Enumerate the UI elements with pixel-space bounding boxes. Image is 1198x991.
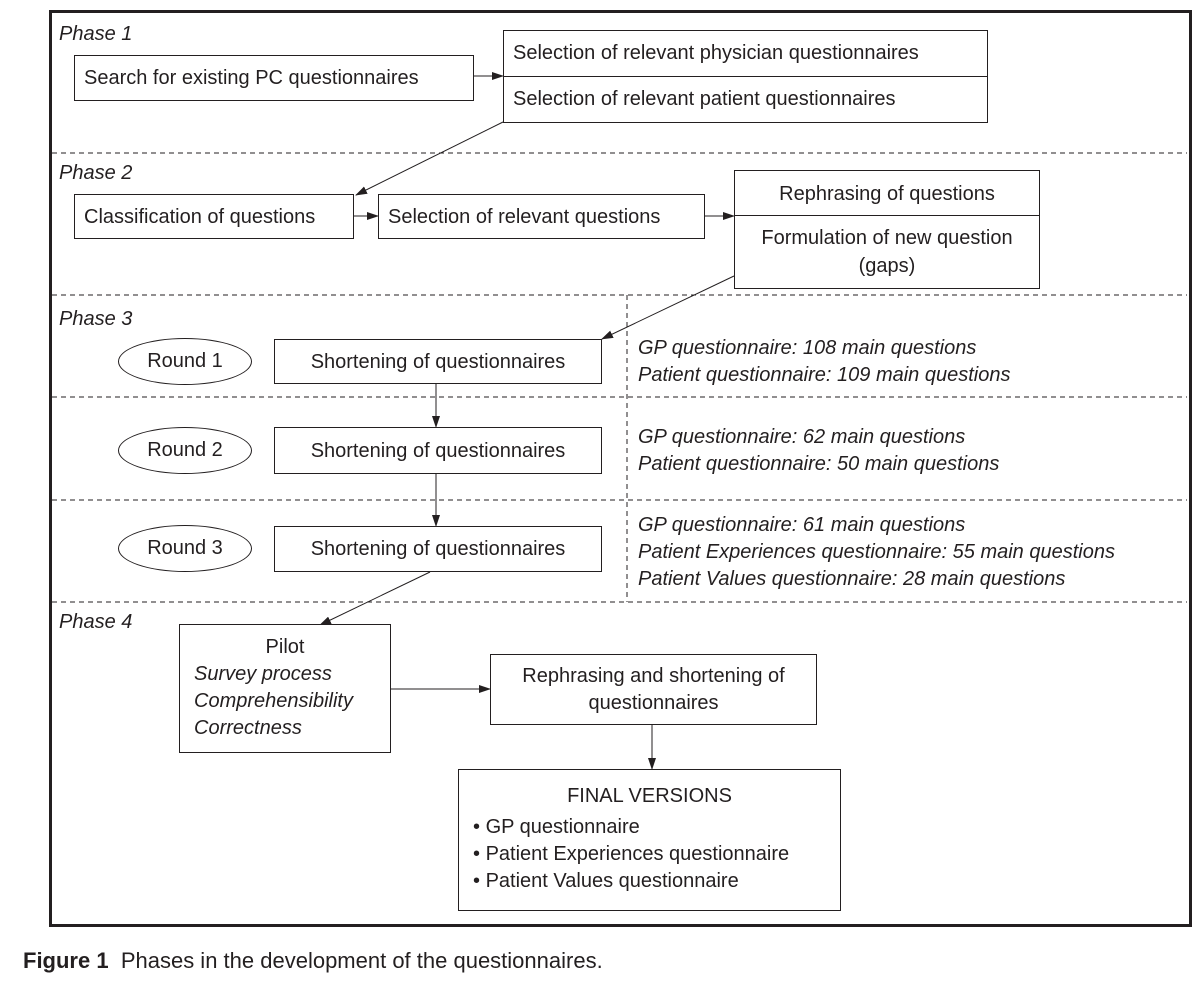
round-3-note-patient-values: Patient Values questionnaire: 28 main qu… bbox=[638, 568, 1066, 590]
round-1-shortening-text: Shortening of questionnaires bbox=[310, 351, 566, 373]
classification-text: Classification of questions bbox=[84, 206, 316, 228]
figure-caption-label: Figure 1 bbox=[23, 948, 109, 973]
round-2-note-gp: GP questionnaire: 62 main questions bbox=[638, 426, 966, 448]
phase-4-label: Phase 4 bbox=[59, 611, 133, 633]
round-1-note-gp: GP questionnaire: 108 main questions bbox=[638, 337, 977, 359]
phase-1-label: Phase 1 bbox=[59, 23, 133, 45]
pilot-item-comprehensibility: Comprehensibility bbox=[194, 690, 353, 712]
round-1-ellipse: Round 1 bbox=[118, 338, 252, 385]
round-1-note: GP questionnaire: 108 main questions Pat… bbox=[638, 335, 1010, 389]
formulation-text-line1: Formulation of new question bbox=[761, 227, 1013, 249]
final-versions-box: FINAL VERSIONS • GP questionnaire • Pati… bbox=[458, 769, 841, 911]
selection-questions-box: Selection of relevant questions bbox=[378, 194, 705, 239]
pilot-item-survey-process: Survey process bbox=[194, 663, 332, 685]
rephrasing-shortening-line1: Rephrasing and shortening of bbox=[522, 665, 785, 687]
round-2-shortening-text: Shortening of questionnaires bbox=[310, 440, 566, 462]
round-3-shortening-text: Shortening of questionnaires bbox=[310, 538, 566, 560]
figure-caption-text: Phases in the development of the questio… bbox=[120, 948, 603, 973]
round-1-note-patient: Patient questionnaire: 109 main question… bbox=[638, 364, 1011, 386]
final-item-patient-values-text: Patient Values questionnaire bbox=[485, 870, 739, 892]
arrow-formulation-to-round1 bbox=[601, 275, 735, 340]
search-questionnaires-box: Search for existing PC questionnaires bbox=[74, 55, 474, 101]
selection-questionnaires-box: Selection of relevant physician question… bbox=[503, 30, 988, 123]
arrow-round3-to-pilot bbox=[319, 571, 431, 626]
bullet-icon: • bbox=[473, 870, 481, 892]
phase-2-label: Phase 2 bbox=[59, 162, 133, 184]
round-2-shortening-box: Shortening of questionnaires bbox=[274, 427, 602, 474]
round-2-ellipse: Round 2 bbox=[118, 427, 252, 474]
arrow-selection-to-classification bbox=[355, 121, 504, 196]
round-3-note-gp: GP questionnaire: 61 main questions bbox=[638, 514, 966, 536]
bullet-icon: • bbox=[473, 843, 481, 865]
round-1-shortening-box: Shortening of questionnaires bbox=[274, 339, 602, 384]
final-item-gp: • GP questionnaire bbox=[459, 815, 840, 839]
final-versions-title: FINAL VERSIONS bbox=[567, 785, 732, 807]
phase-3-label: Phase 3 bbox=[59, 308, 133, 330]
selection-physician-text: Selection of relevant physician question… bbox=[513, 42, 919, 64]
pilot-title: Pilot bbox=[265, 636, 305, 658]
final-item-patient-values: • Patient Values questionnaire bbox=[459, 869, 840, 893]
rephrasing-text: Rephrasing of questions bbox=[779, 183, 995, 205]
selection-patient-text: Selection of relevant patient questionna… bbox=[513, 88, 896, 110]
rephrasing-formulation-box: Rephrasing of questions Formulation of n… bbox=[734, 170, 1040, 289]
selection-questions-text: Selection of relevant questions bbox=[388, 206, 661, 228]
bullet-icon: • bbox=[473, 816, 481, 838]
search-questionnaires-text: Search for existing PC questionnaires bbox=[84, 67, 419, 89]
round-3-ellipse: Round 3 bbox=[118, 525, 252, 572]
formulation-text-line2: (gaps) bbox=[858, 255, 916, 277]
round-3-note-patient-experiences: Patient Experiences questionnaire: 55 ma… bbox=[638, 541, 1115, 563]
box-divider bbox=[504, 76, 987, 77]
final-item-patient-experiences-text: Patient Experiences questionnaire bbox=[485, 843, 790, 865]
figure-caption: Figure 1 Phases in the development of th… bbox=[23, 948, 603, 974]
rephrasing-shortening-box: Rephrasing and shortening of questionnai… bbox=[490, 654, 817, 725]
pilot-box: Pilot Survey process Comprehensibility C… bbox=[179, 624, 391, 753]
pilot-item-correctness: Correctness bbox=[194, 717, 302, 739]
round-3-shortening-box: Shortening of questionnaires bbox=[274, 526, 602, 572]
round-2-note-patient: Patient questionnaire: 50 main questions bbox=[638, 453, 1000, 475]
round-2-note: GP questionnaire: 62 main questions Pati… bbox=[638, 424, 999, 478]
box-divider bbox=[735, 215, 1039, 216]
round-3-note: GP questionnaire: 61 main questions Pati… bbox=[638, 512, 1115, 593]
rephrasing-shortening-line2: questionnaires bbox=[588, 692, 719, 714]
classification-box: Classification of questions bbox=[74, 194, 354, 239]
final-item-gp-text: GP questionnaire bbox=[485, 816, 640, 838]
final-item-patient-experiences: • Patient Experiences questionnaire bbox=[459, 842, 840, 866]
